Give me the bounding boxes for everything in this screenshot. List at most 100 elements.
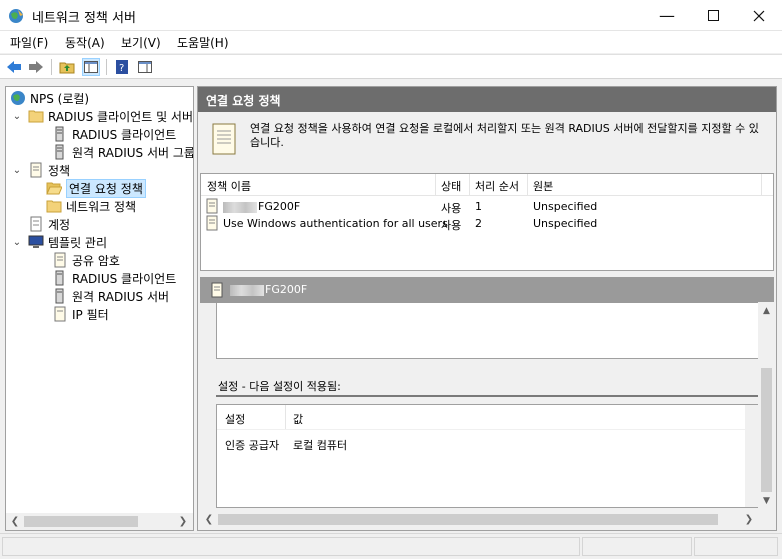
show-hide-tree-button[interactable]	[82, 58, 100, 76]
tree-horizontal-scrollbar[interactable]: ❮ ❯	[6, 513, 193, 530]
show-action-pane-button[interactable]	[136, 58, 154, 76]
up-folder-icon	[59, 62, 75, 74]
setting-name: 인증 공급자	[225, 439, 280, 452]
policy-source: Unspecified	[533, 200, 598, 213]
menu-bar: 파일(F) 동작(A) 보기(V) 도움말(H)	[0, 31, 782, 53]
nps-globe-icon	[9, 9, 23, 23]
policy-name: FG200F	[258, 200, 301, 213]
settings-list[interactable]: 설정 값 인증 공급자 로컬 컴퓨터	[216, 404, 760, 508]
detail-area: 설정 - 다음 설정이 적용됨: 설정 값 인증 공급자 로컬 컴퓨터	[200, 303, 774, 509]
nps-globe-icon	[10, 90, 26, 106]
folder-icon	[28, 108, 44, 124]
table-row[interactable]: Use Windows authentication for all users…	[201, 215, 773, 232]
policy-document-icon	[206, 215, 218, 231]
redacted-text	[230, 284, 264, 296]
scroll-down-icon[interactable]: ▼	[760, 494, 773, 508]
scroll-left-icon[interactable]: ❮	[8, 514, 22, 528]
collapse-chevron-icon[interactable]: ⌄	[12, 237, 22, 248]
scroll-right-icon[interactable]: ❯	[742, 512, 756, 526]
tree-item-connection-request-policies[interactable]: 연결 요청 정책	[46, 178, 146, 198]
menu-view[interactable]: 보기(V)	[121, 34, 161, 51]
tree-item-policies[interactable]: ⌄ 정책	[12, 161, 70, 179]
collapse-chevron-icon[interactable]: ⌄	[12, 111, 22, 122]
pane-header: 연결 요청 정책	[198, 87, 776, 112]
conditions-box	[216, 303, 760, 359]
open-folder-icon	[46, 180, 62, 196]
svg-text:?: ?	[119, 63, 124, 74]
menu-help[interactable]: 도움말(H)	[177, 34, 229, 51]
column-policy-name[interactable]: 정책 이름	[207, 178, 251, 194]
policy-document-icon	[206, 198, 218, 214]
tree-item-remote-radius-group[interactable]: 원격 RADIUS 서버 그룹	[52, 143, 193, 161]
scrollbar-thumb[interactable]	[24, 516, 138, 527]
scrollbar-thumb[interactable]	[218, 514, 718, 525]
close-button[interactable]	[736, 0, 782, 31]
tree-item-radius-clients-servers[interactable]: ⌄ RADIUS 클라이언트 및 서버	[12, 107, 193, 125]
detail-horizontal-scrollbar[interactable]: ❮ ❯	[200, 511, 758, 528]
result-pane: 연결 요청 정책 연결 요청 정책을 사용하여 연결 요청을 로컬에서 처리할지…	[197, 86, 777, 531]
collapse-chevron-icon[interactable]: ⌄	[12, 165, 22, 176]
forward-button[interactable]	[27, 58, 45, 76]
column-setting[interactable]: 설정	[225, 411, 245, 427]
console-tree: NPS (로컬) ⌄ RADIUS 클라이언트 및 서버 RADIUS 클라이언…	[5, 86, 194, 531]
menu-action[interactable]: 동작(A)	[65, 34, 105, 51]
help-book-icon: ?	[116, 60, 128, 74]
policy-document-icon	[211, 282, 223, 298]
settings-title: 설정 - 다음 설정이 적용됨:	[218, 380, 341, 393]
scrollbar-thumb[interactable]	[761, 368, 772, 492]
policy-list[interactable]: 정책 이름 상태 처리 순서 원본 FG200F 사용 1 Unspecifie…	[200, 173, 774, 271]
policy-name: Use Windows authentication for all users	[223, 217, 448, 230]
tree-item-radius-client[interactable]: RADIUS 클라이언트	[52, 125, 176, 143]
scroll-right-icon[interactable]: ❯	[176, 514, 190, 528]
maximize-icon	[707, 10, 719, 21]
list-header: 정책 이름 상태 처리 순서 원본	[201, 174, 773, 196]
tree-item-shared-secrets[interactable]: 공유 암호	[52, 251, 120, 269]
tree-item-accounting[interactable]: 계정	[28, 215, 70, 233]
monitor-icon	[28, 234, 44, 250]
column-status[interactable]: 상태	[441, 178, 461, 194]
server-icon	[52, 288, 68, 304]
tree-item-network-policies[interactable]: 네트워크 정책	[46, 197, 136, 215]
setting-value: 로컬 컴퓨터	[293, 439, 348, 452]
column-value[interactable]: 값	[293, 411, 303, 427]
tree-item-nps-local[interactable]: NPS (로컬)	[10, 89, 89, 107]
scroll-up-icon[interactable]: ▲	[760, 304, 773, 318]
table-row[interactable]: FG200F 사용 1 Unspecified	[201, 198, 773, 215]
title-bar: 네트워크 정책 서버 —	[0, 0, 782, 31]
policy-order: 1	[475, 200, 482, 213]
detail-vertical-scrollbar[interactable]: ▲ ▼	[758, 302, 775, 512]
menu-file[interactable]: 파일(F)	[10, 34, 48, 51]
up-folder-button[interactable]	[58, 58, 76, 76]
back-button[interactable]	[5, 58, 23, 76]
toolbar: ?	[0, 54, 782, 79]
tree-item-template-remote-radius[interactable]: 원격 RADIUS 서버	[52, 287, 169, 305]
maximize-button[interactable]	[690, 0, 736, 31]
minimize-button[interactable]: —	[644, 0, 690, 31]
policy-order: 2	[475, 217, 482, 230]
scroll-left-icon[interactable]: ❮	[202, 512, 216, 526]
tree-item-ip-filters[interactable]: IP 필터	[52, 305, 109, 323]
back-arrow-icon	[7, 61, 21, 73]
action-pane-icon	[138, 61, 152, 73]
forward-arrow-icon	[29, 61, 43, 73]
console-tree-icon	[84, 61, 98, 73]
column-processing-order[interactable]: 처리 순서	[475, 178, 519, 194]
policy-document-icon	[212, 123, 236, 155]
policy-status: 사용	[441, 202, 462, 215]
description-text: 연결 요청 정책을 사용하여 연결 요청을 로컬에서 처리할지 또는 원격 RA…	[250, 122, 759, 149]
help-button[interactable]: ?	[113, 58, 131, 76]
folder-icon	[46, 198, 62, 214]
window-title: 네트워크 정책 서버	[32, 11, 136, 26]
minimize-icon: —	[659, 6, 675, 25]
tree-item-template-management[interactable]: ⌄ 템플릿 관리	[12, 233, 107, 251]
policy-status: 사용	[441, 219, 462, 232]
detail-header: FG200F	[200, 277, 774, 303]
policy-source: Unspecified	[533, 217, 598, 230]
policy-document-icon	[52, 252, 68, 268]
settings-vertical-scrollbar[interactable]	[745, 405, 759, 507]
column-source[interactable]: 원본	[533, 178, 553, 194]
description-panel: 연결 요청 정책을 사용하여 연결 요청을 로컬에서 처리할지 또는 원격 RA…	[210, 117, 759, 165]
tree-item-template-radius-clients[interactable]: RADIUS 클라이언트	[52, 269, 176, 287]
policy-document-icon	[28, 162, 44, 178]
close-icon	[753, 10, 765, 21]
